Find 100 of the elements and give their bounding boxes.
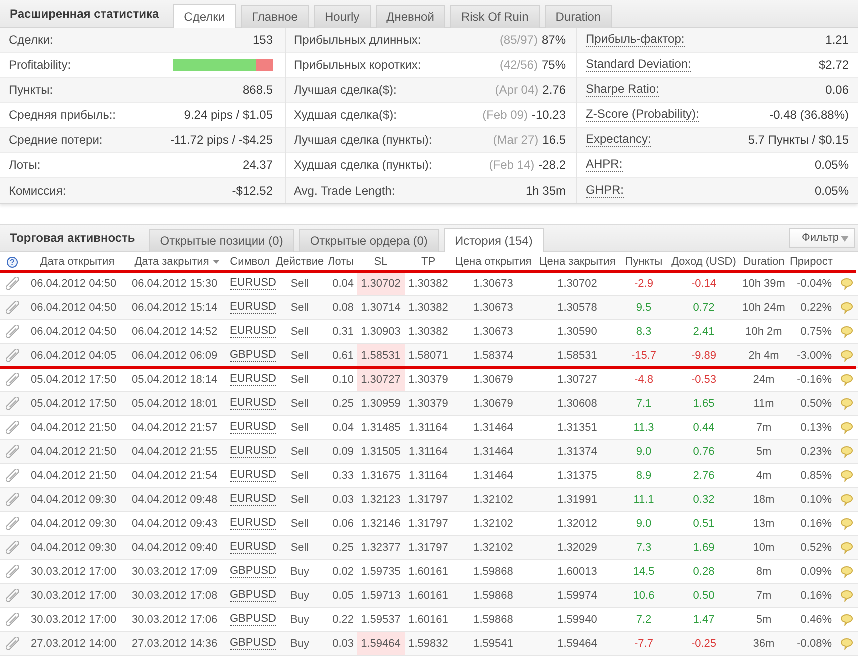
paperclip-icon (6, 516, 20, 530)
stat-label-link[interactable]: Expectancy: (586, 133, 652, 147)
activity-tab[interactable]: История (154) (444, 228, 544, 252)
stat-label-link[interactable]: Sharpe Ratio: (586, 83, 660, 97)
stat-value: 868.5 (242, 83, 273, 97)
table-cell-text: 0.09 (332, 444, 355, 460)
symbol-link[interactable]: GBPUSD (230, 589, 276, 602)
table-cell-text: 06.04.2012 06:09 (131, 348, 219, 364)
column-header[interactable]: Пункты (620, 252, 668, 272)
table-cell-text: 1.30578 (556, 300, 598, 316)
speech-bubble-icon[interactable] (840, 542, 852, 554)
activity-tab[interactable]: Открытые позиции (0) (149, 229, 294, 252)
table-cell-text: 7.1 (635, 396, 653, 412)
paperclip-icon (6, 492, 20, 506)
symbol-link[interactable]: EURUSD (230, 493, 276, 506)
table-cell-text: -0.16% (796, 372, 833, 388)
speech-bubble-icon[interactable] (840, 614, 852, 626)
column-header[interactable]: Действие (275, 252, 325, 272)
table-cell-text: Sell (290, 540, 310, 556)
column-header[interactable]: Цена открытия (452, 252, 535, 272)
panel-title: Расширенная статистика (9, 6, 160, 20)
column-header[interactable]: TP (405, 252, 452, 272)
table-cell-text: 7.2 (635, 612, 653, 628)
table-cell-text: 1.30903 (360, 324, 402, 340)
table-cell-text: 0.51 (692, 516, 716, 532)
symbol-link[interactable]: EURUSD (230, 421, 276, 434)
stats-tab[interactable]: Hourly (314, 5, 371, 28)
activity-tab[interactable]: Открытые ордера (0) (299, 229, 439, 252)
table-cell-text: 1.32102 (472, 516, 514, 532)
symbol-link[interactable]: GBPUSD (230, 613, 276, 626)
table-cell-text: 1.30379 (408, 372, 450, 388)
speech-bubble-icon[interactable] (840, 566, 852, 578)
table-cell: 1.30727 (357, 368, 405, 391)
speech-bubble-icon[interactable] (840, 302, 852, 314)
column-header[interactable]: Дата открытия (25, 252, 130, 272)
table-cell-text: 1.30702 (556, 276, 598, 292)
table-cell-text: 0.75% (800, 324, 833, 340)
speech-bubble-icon[interactable] (840, 638, 852, 650)
table-cell-text: 30.03.2012 17:06 (131, 612, 219, 628)
column-header[interactable]: Доход (USD) (668, 252, 740, 272)
table-cell-text: 1.31464 (472, 444, 514, 460)
column-header[interactable]: Символ (225, 252, 275, 272)
table-cell-text: 10m (752, 540, 776, 556)
speech-bubble-icon[interactable] (840, 470, 852, 482)
table-cell-text: 1.31505 (360, 444, 402, 460)
speech-bubble-icon[interactable] (840, 446, 852, 458)
symbol-link[interactable]: EURUSD (230, 469, 276, 482)
table-cell-text: 1.60161 (408, 564, 450, 580)
stats-tab[interactable]: Risk Of Ruin (450, 5, 540, 28)
help-button[interactable]: ? (7, 256, 18, 268)
speech-bubble-icon[interactable] (840, 518, 852, 530)
table-cell-text: 2h 4m (748, 348, 780, 364)
symbol-link[interactable]: EURUSD (230, 397, 276, 410)
table-cell-text: Buy (290, 588, 310, 604)
symbol-link[interactable]: EURUSD (230, 541, 276, 554)
stat-label-link[interactable]: Z-Score (Probability): (586, 108, 700, 122)
speech-bubble-icon[interactable] (840, 494, 852, 506)
symbol-link[interactable]: GBPUSD (230, 349, 276, 362)
table-cell-text: 1.59940 (556, 612, 598, 628)
speech-bubble-icon[interactable] (840, 278, 852, 290)
stat-value: 2.76 (542, 83, 566, 97)
column-header[interactable]: Дата закрытия (130, 252, 225, 272)
column-header[interactable]: Лоты (325, 252, 357, 272)
symbol-link[interactable]: GBPUSD (230, 565, 276, 578)
symbol-link[interactable]: EURUSD (230, 517, 276, 530)
column-header[interactable]: Цена закрытия (535, 252, 620, 272)
speech-bubble-icon[interactable] (840, 326, 852, 338)
speech-bubble-icon[interactable] (840, 398, 852, 410)
table-cell-text: 0.10 (332, 372, 355, 388)
symbol-link[interactable]: EURUSD (230, 301, 276, 314)
table-cell-text: 1.59735 (360, 564, 402, 580)
table-cell-text: 0.32 (692, 492, 716, 508)
stat-label-link[interactable]: AHPR: (586, 158, 623, 172)
column-header[interactable]: Duration (740, 252, 788, 272)
stat-label: Средние потери: (9, 133, 103, 147)
symbol-link[interactable]: EURUSD (230, 445, 276, 458)
table-cell-text: -0.25 (690, 636, 718, 652)
table-cell-text: Sell (290, 324, 310, 340)
stats-tab[interactable]: Дневной (376, 5, 446, 28)
symbol-link[interactable]: EURUSD (230, 325, 276, 338)
column-header[interactable]: SL (357, 252, 405, 272)
symbol-link[interactable]: GBPUSD (230, 637, 276, 650)
stat-label-link[interactable]: GHPR: (586, 184, 624, 198)
table-cell-text: 8m (755, 564, 773, 580)
stats-tab[interactable]: Duration (544, 5, 612, 28)
filter-button[interactable]: Фильтр (789, 228, 855, 248)
speech-bubble-icon[interactable] (840, 350, 852, 362)
stats-tab[interactable]: Сделки (173, 4, 236, 28)
symbol-link[interactable]: EURUSD (230, 277, 276, 290)
speech-bubble-icon[interactable] (840, 590, 852, 602)
speech-bubble-icon[interactable] (840, 374, 852, 386)
stat-label-link[interactable]: Прибыль-фактор: (586, 33, 685, 47)
table-cell-text: 1.31164 (408, 444, 449, 460)
symbol-link[interactable]: EURUSD (230, 373, 276, 386)
column-header[interactable]: Прирост (788, 252, 835, 272)
speech-bubble-icon[interactable] (840, 422, 852, 434)
table-cell-text: 1.58374 (472, 348, 514, 364)
stat-value: 5.7 Пункты / $0.15 (748, 133, 849, 147)
stat-label-link[interactable]: Standard Deviation: (586, 58, 692, 72)
stats-tab[interactable]: Главное (241, 5, 309, 28)
